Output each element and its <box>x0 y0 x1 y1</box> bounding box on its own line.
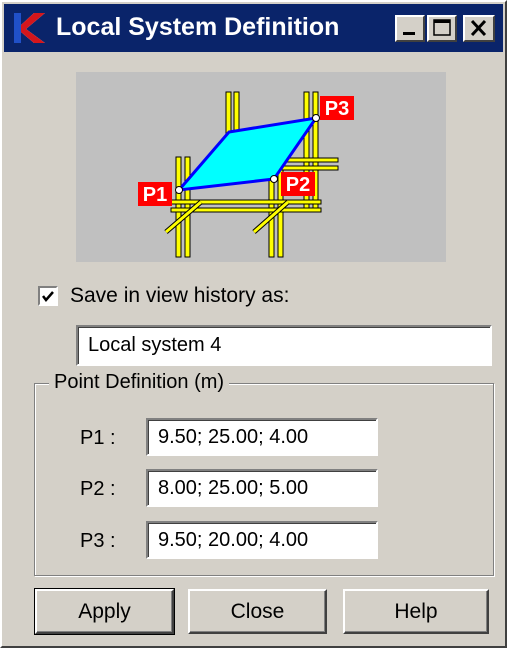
p2-label: P2 : <box>80 478 116 500</box>
close-button[interactable] <box>463 15 495 42</box>
p1-label: P1 : <box>80 427 116 449</box>
apply-button[interactable]: Apply <box>34 588 175 635</box>
app-logo-icon <box>12 11 48 45</box>
p3-label: P3 : <box>80 530 116 552</box>
save-history-checkbox[interactable] <box>38 286 58 306</box>
save-history-row: Save in view history as: <box>38 284 289 308</box>
maximize-icon <box>433 19 451 36</box>
dialog-window: Local System Definition P1 P2 P3 Save in… <box>0 0 507 648</box>
plane-diagram: P1 P2 P3 <box>138 91 354 258</box>
save-history-label: Save in view history as: <box>70 284 290 307</box>
p3-input[interactable]: 9.50; 20.00; 4.00 <box>146 521 378 559</box>
maximize-button[interactable] <box>427 15 457 42</box>
check-icon <box>42 291 54 302</box>
point-definition-label: Point Definition (m) <box>49 371 230 394</box>
close-icon <box>470 19 487 37</box>
history-name-input[interactable]: Local system 4 <box>76 325 492 366</box>
p1-input[interactable]: 9.50; 25.00; 4.00 <box>146 418 378 456</box>
minimize-icon <box>403 32 415 35</box>
help-button[interactable]: Help <box>343 589 489 634</box>
minimize-button[interactable] <box>395 15 425 42</box>
title-bar[interactable]: Local System Definition <box>4 4 503 52</box>
label-p2: P2 <box>286 174 310 196</box>
label-p1: P1 <box>143 184 167 206</box>
window-title: Local System Definition <box>56 13 340 41</box>
label-p3: P3 <box>325 98 349 120</box>
close-dialog-button[interactable]: Close <box>188 589 327 634</box>
p2-input[interactable]: 8.00; 25.00; 5.00 <box>146 469 378 507</box>
local-system-preview: P1 P2 P3 <box>76 72 446 262</box>
